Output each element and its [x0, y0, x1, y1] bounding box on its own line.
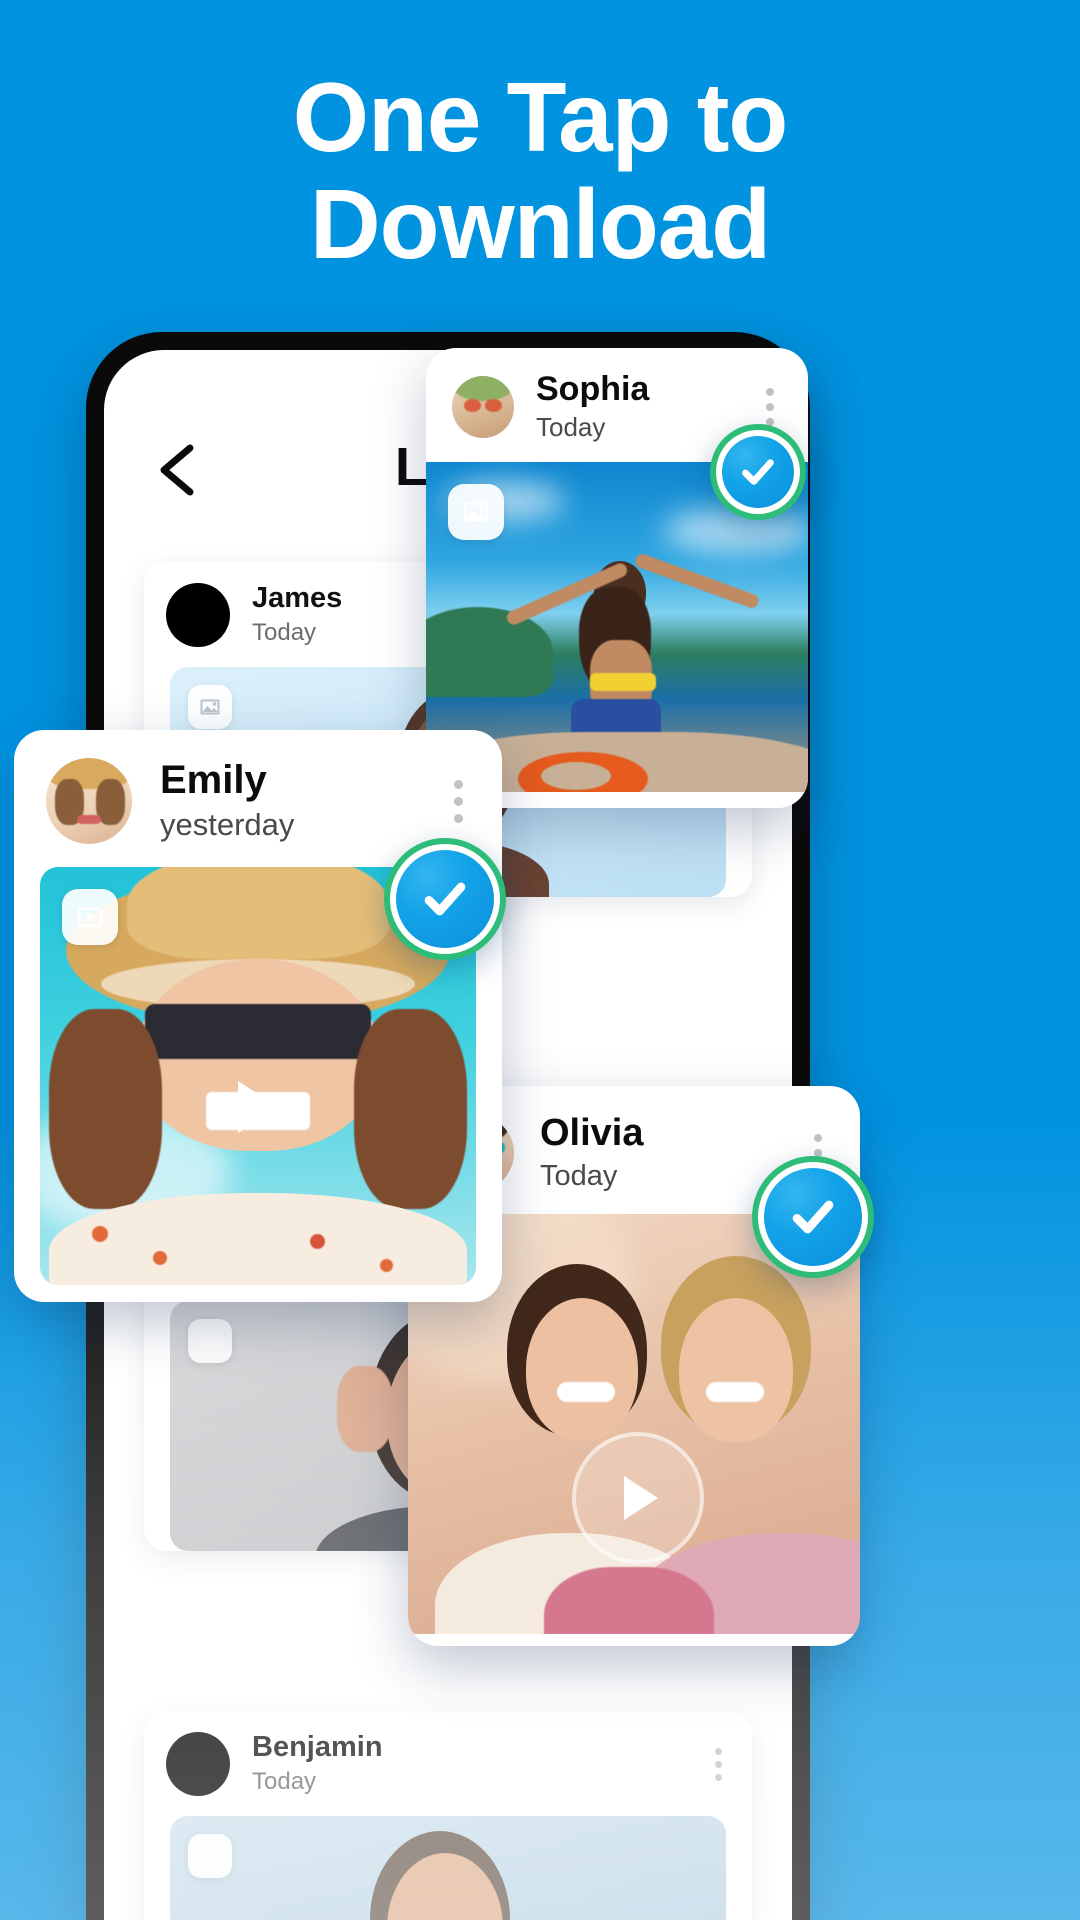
avatar — [46, 758, 132, 845]
avatar — [166, 1732, 230, 1797]
image-icon — [448, 483, 504, 540]
card-name: Sophia — [536, 370, 650, 408]
image-icon — [188, 684, 232, 729]
list-item-header: Benjamin Today — [144, 1711, 752, 1816]
play-icon — [62, 888, 118, 945]
play-triangle-icon — [624, 1476, 658, 1521]
list-item-media[interactable] — [144, 1815, 752, 1920]
card-time: yesterday — [160, 806, 295, 842]
list-item[interactable]: Benjamin Today — [144, 1711, 752, 1920]
list-item-meta: Benjamin Today — [252, 1731, 714, 1798]
play-button[interactable] — [210, 1059, 306, 1155]
card-name: Emily — [160, 758, 267, 802]
image-icon — [188, 1319, 232, 1364]
floating-card-emily[interactable]: Emily yesterday — [14, 730, 506, 1302]
select-check-badge-emily[interactable] — [384, 838, 506, 960]
card-name: Olivia — [540, 1112, 644, 1154]
kebab-menu-icon[interactable] — [453, 779, 463, 823]
kebab-menu-icon[interactable] — [766, 387, 774, 426]
check-icon — [424, 882, 466, 916]
avatar — [452, 375, 514, 438]
select-check-badge-olivia[interactable] — [752, 1156, 874, 1278]
check-icon — [792, 1200, 834, 1234]
card-meta-emily: Emily yesterday — [160, 758, 454, 845]
image-icon — [188, 1833, 232, 1878]
check-icon — [742, 459, 774, 485]
play-triangle-icon — [238, 1080, 278, 1133]
play-button[interactable] — [572, 1432, 704, 1565]
avatar — [166, 583, 230, 648]
page-title: One Tap to Download — [292, 62, 789, 279]
select-check-badge-sophia[interactable] — [710, 424, 806, 520]
list-item-time: Today — [252, 1768, 317, 1796]
list-item-name: Benjamin — [252, 1731, 383, 1764]
kebab-menu-icon[interactable] — [714, 1747, 722, 1781]
